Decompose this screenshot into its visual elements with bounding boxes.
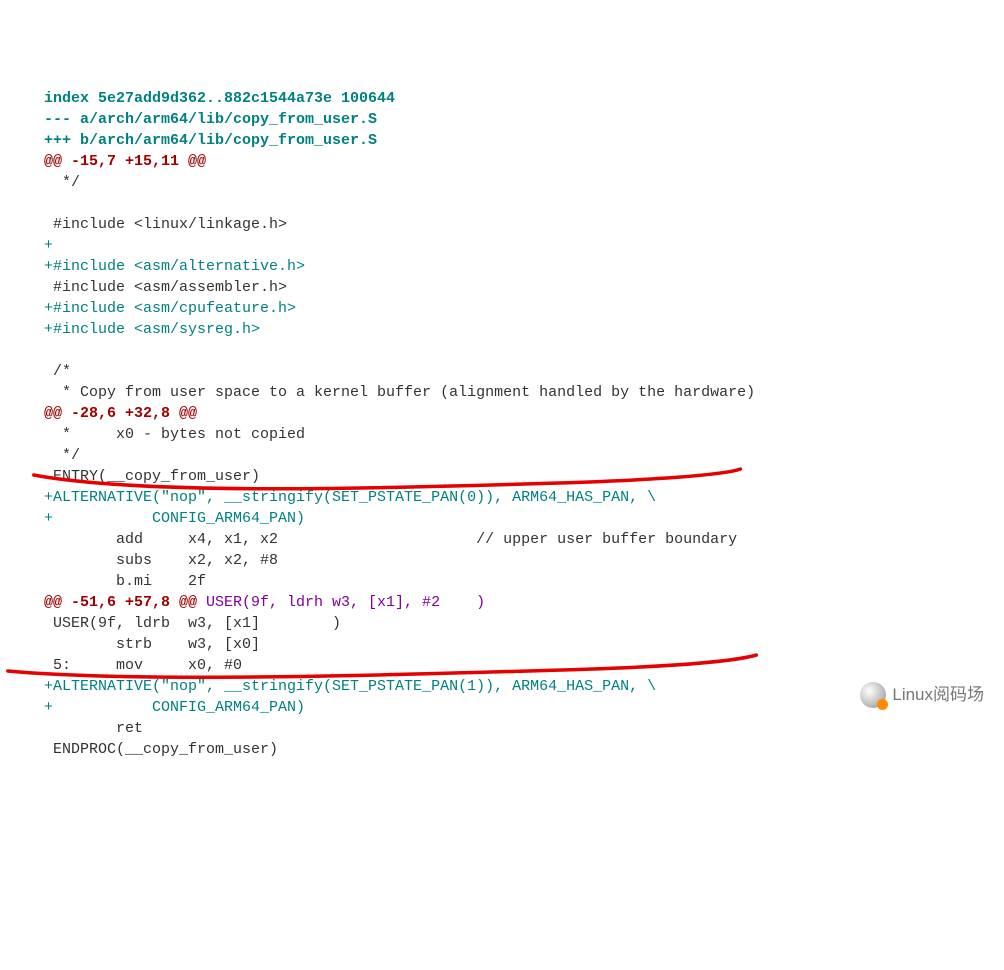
code-line: * Copy from user space to a kernel buffe… <box>0 382 1004 403</box>
watermark: Linux阅码场 <box>860 682 984 708</box>
code-line: /* <box>0 361 1004 382</box>
code-line: +#include <asm/cpufeature.h> <box>0 298 1004 319</box>
code-line: strb w3, [x0] <box>0 634 1004 655</box>
diff-code-block: index 5e27add9d362..882c1544a73e 100644-… <box>0 88 1004 760</box>
code-line: index 5e27add9d362..882c1544a73e 100644 <box>0 88 1004 109</box>
code-line: @@ -51,6 +57,8 @@ USER(9f, ldrh w3, [x1]… <box>0 592 1004 613</box>
code-line: @@ -28,6 +32,8 @@ <box>0 403 1004 424</box>
wechat-avatar-icon <box>860 682 886 708</box>
code-line: */ <box>0 445 1004 466</box>
code-line: +#include <asm/alternative.h> <box>0 256 1004 277</box>
code-line <box>0 193 1004 214</box>
code-line: +ALTERNATIVE("nop", __stringify(SET_PSTA… <box>0 487 1004 508</box>
code-line: b.mi 2f <box>0 571 1004 592</box>
code-line: + <box>0 235 1004 256</box>
code-line: @@ -15,7 +15,11 @@ <box>0 151 1004 172</box>
code-line <box>0 340 1004 361</box>
code-line: --- a/arch/arm64/lib/copy_from_user.S <box>0 109 1004 130</box>
code-line: +ALTERNATIVE("nop", __stringify(SET_PSTA… <box>0 676 1004 697</box>
code-line: * x0 - bytes not copied <box>0 424 1004 445</box>
code-line: 5: mov x0, #0 <box>0 655 1004 676</box>
code-line: #include <asm/assembler.h> <box>0 277 1004 298</box>
code-line: +++ b/arch/arm64/lib/copy_from_user.S <box>0 130 1004 151</box>
code-line: ret <box>0 718 1004 739</box>
code-line: USER(9f, ldrb w3, [x1] ) <box>0 613 1004 634</box>
code-line: add x4, x1, x2 // upper user buffer boun… <box>0 529 1004 550</box>
code-line: subs x2, x2, #8 <box>0 550 1004 571</box>
code-line: + CONFIG_ARM64_PAN) <box>0 508 1004 529</box>
code-line: ENTRY(__copy_from_user) <box>0 466 1004 487</box>
code-line: + CONFIG_ARM64_PAN) <box>0 697 1004 718</box>
code-line: */ <box>0 172 1004 193</box>
code-line: +#include <asm/sysreg.h> <box>0 319 1004 340</box>
code-line: ENDPROC(__copy_from_user) <box>0 739 1004 760</box>
watermark-text: Linux阅码场 <box>892 683 984 707</box>
code-line: #include <linux/linkage.h> <box>0 214 1004 235</box>
